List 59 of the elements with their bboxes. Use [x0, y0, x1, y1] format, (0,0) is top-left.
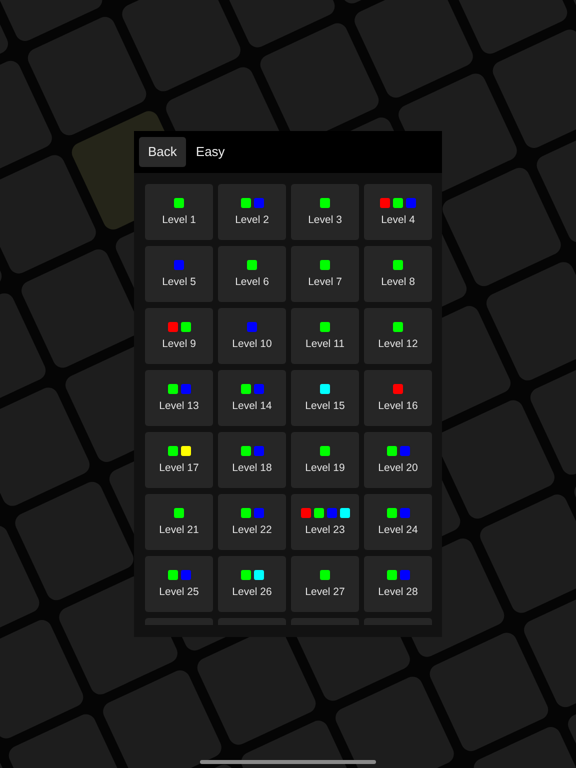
level-label: Level 6 — [235, 277, 269, 288]
level-label: Level 1 — [162, 215, 196, 226]
level-label: Level 28 — [378, 587, 418, 598]
level-label: Level 21 — [159, 525, 199, 536]
level-label: Level 3 — [308, 215, 342, 226]
level-label: Level 9 — [162, 339, 196, 350]
level-label: Level 17 — [159, 463, 199, 474]
level-tile[interactable]: Level 21 — [145, 494, 213, 550]
level-tile[interactable]: Level 3 — [291, 184, 359, 240]
level-tile[interactable]: Level 24 — [364, 494, 432, 550]
header-title: Easy — [196, 143, 225, 162]
level-label: Level 10 — [232, 339, 272, 350]
level-tile[interactable]: Level 28 — [364, 556, 432, 612]
level-tile[interactable]: Level 2 — [218, 184, 286, 240]
level-label: Level 16 — [378, 401, 418, 412]
level-label: Level 19 — [305, 463, 345, 474]
level-label: Level 5 — [162, 277, 196, 288]
level-tile[interactable]: Level 18 — [218, 432, 286, 488]
level-tile[interactable]: Level 8 — [364, 246, 432, 302]
level-tile[interactable]: Level 1 — [145, 184, 213, 240]
level-tile[interactable]: Level 16 — [364, 370, 432, 426]
level-tile[interactable]: Level 13 — [145, 370, 213, 426]
level-label: Level 18 — [232, 463, 272, 474]
level-tile[interactable]: Level 22 — [218, 494, 286, 550]
level-tile[interactable]: Level 6 — [218, 246, 286, 302]
level-label: Level 23 — [305, 525, 345, 536]
level-label: Level 12 — [378, 339, 418, 350]
level-label: Level 2 — [235, 215, 269, 226]
level-tile[interactable]: Level 23 — [291, 494, 359, 550]
level-tile[interactable]: Level 4 — [364, 184, 432, 240]
level-label: Level 4 — [381, 215, 415, 226]
level-tile[interactable]: Level 26 — [218, 556, 286, 612]
level-tile[interactable]: Level 7 — [291, 246, 359, 302]
level-tile[interactable]: Level 9 — [145, 308, 213, 364]
level-label: Level 27 — [305, 587, 345, 598]
level-tile[interactable]: Level 11 — [291, 308, 359, 364]
level-label: Level 14 — [232, 401, 272, 412]
level-tile[interactable]: Level 20 — [364, 432, 432, 488]
level-tile[interactable]: Level 14 — [218, 370, 286, 426]
level-tile[interactable]: Level 27 — [291, 556, 359, 612]
level-label: Level 24 — [378, 525, 418, 536]
level-label: Level 26 — [232, 587, 272, 598]
level-tile[interactable]: Level 10 — [218, 308, 286, 364]
level-label: Level 22 — [232, 525, 272, 536]
level-label: Level 8 — [381, 277, 415, 288]
level-label: Level 15 — [305, 401, 345, 412]
level-label: Level 7 — [308, 277, 342, 288]
home-indicator[interactable] — [200, 760, 376, 764]
level-tile[interactable]: Level 17 — [145, 432, 213, 488]
level-label: Level 13 — [159, 401, 199, 412]
level-label: Level 20 — [378, 463, 418, 474]
level-tile[interactable]: Level 12 — [364, 308, 432, 364]
level-tile[interactable]: Level 5 — [145, 246, 213, 302]
back-button[interactable]: Back — [139, 137, 186, 167]
level-label: Level 25 — [159, 587, 199, 598]
level-tile[interactable]: Level 15 — [291, 370, 359, 426]
level-label: Level 11 — [306, 339, 344, 350]
level-tile[interactable]: Level 25 — [145, 556, 213, 612]
level-tile[interactable]: Level 19 — [291, 432, 359, 488]
